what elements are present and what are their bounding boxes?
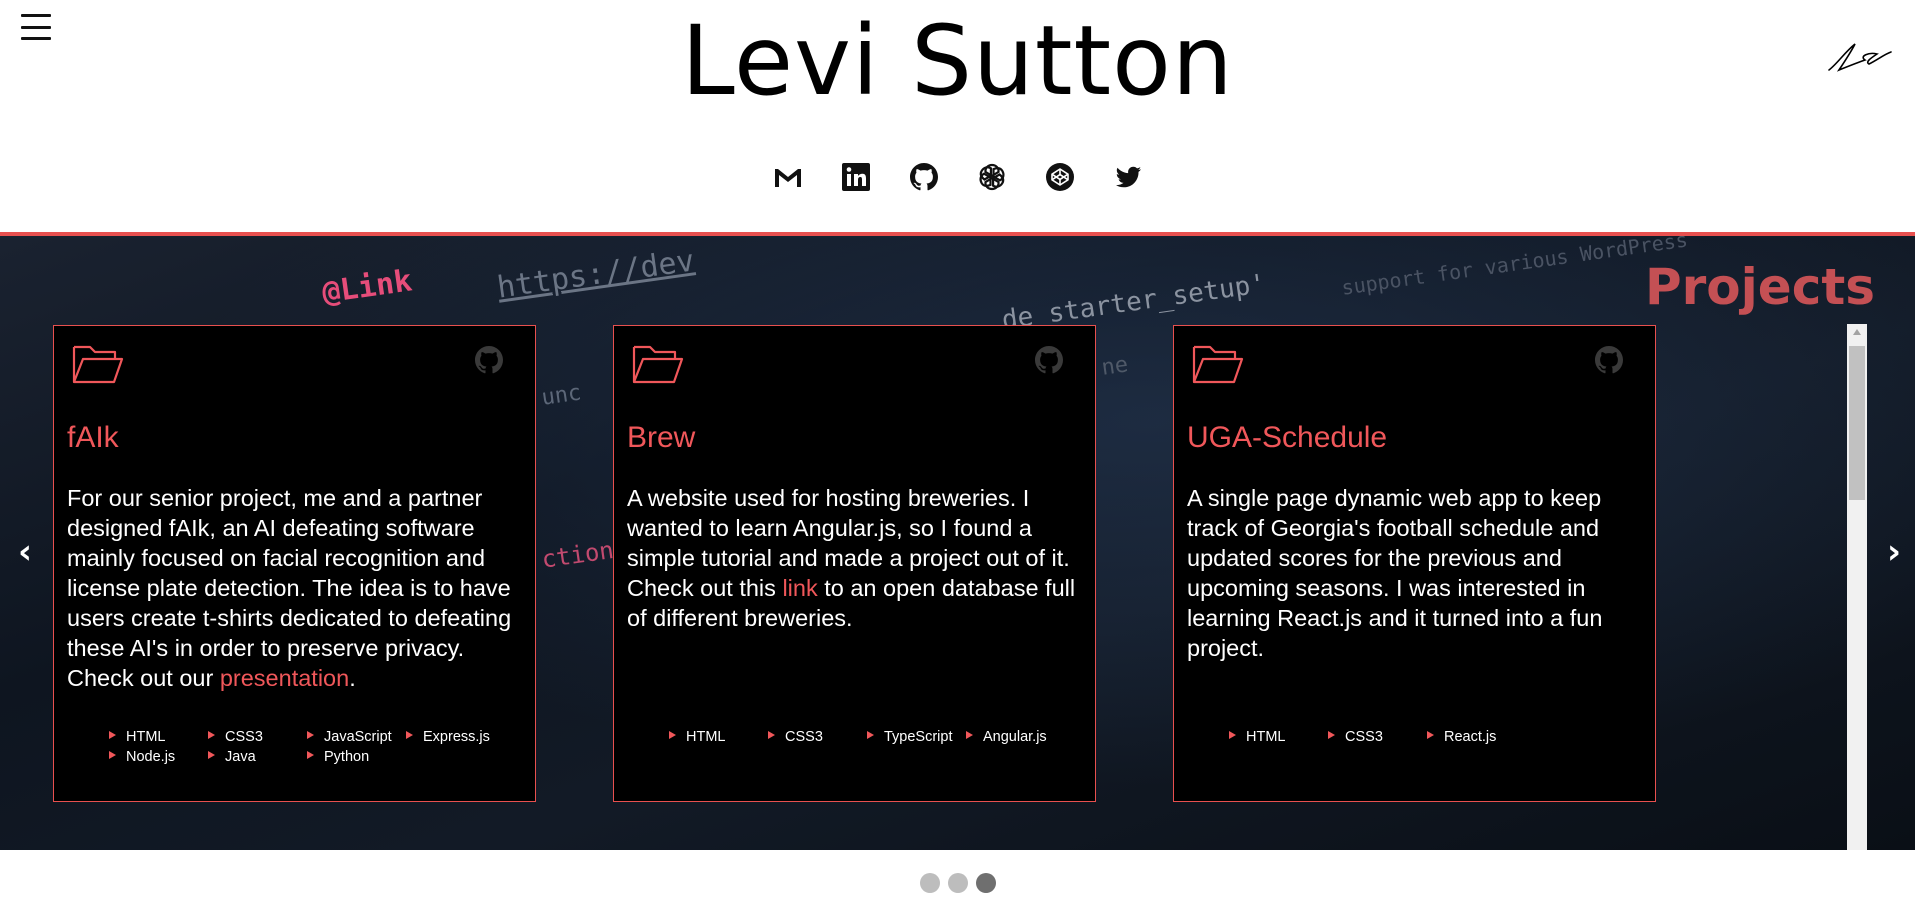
triangle-bullet-icon bbox=[1427, 731, 1434, 739]
triangle-bullet-icon bbox=[109, 731, 116, 739]
tech-tag: React.js bbox=[1427, 729, 1526, 745]
triangle-bullet-icon bbox=[307, 731, 314, 739]
tech-tag: TypeScript bbox=[867, 729, 966, 745]
project-card: Brew A website used for hosting brewerie… bbox=[613, 325, 1096, 802]
folder-icon bbox=[632, 345, 684, 384]
triangle-bullet-icon bbox=[1328, 731, 1335, 739]
tech-tag: CSS3 bbox=[768, 729, 867, 745]
project-name: Brew bbox=[627, 421, 696, 454]
folder-icon bbox=[72, 345, 124, 384]
presentation-link[interactable]: presentation bbox=[220, 665, 349, 691]
carousel-pagination bbox=[0, 873, 1915, 893]
tech-tag-list: HTML CSS3 React.js bbox=[1229, 729, 1649, 745]
project-description: A single page dynamic web app to keep tr… bbox=[1187, 485, 1603, 661]
triangle-bullet-icon bbox=[1229, 731, 1236, 739]
tech-tag: JavaScript bbox=[307, 729, 406, 745]
page: Levi Sutton @Link https://dev de_starter… bbox=[0, 0, 1915, 898]
project-card: UGA-Schedule A single page dynamic web a… bbox=[1173, 325, 1656, 802]
tech-tag: HTML bbox=[109, 729, 208, 745]
background-code-text: support for various WordPress bbox=[1340, 236, 1690, 300]
project-name: fAIk bbox=[67, 421, 119, 454]
triangle-bullet-icon bbox=[867, 731, 874, 739]
breweries-link[interactable]: link bbox=[782, 575, 817, 601]
projects-title: Projects bbox=[1644, 258, 1875, 316]
triangle-bullet-icon bbox=[669, 731, 676, 739]
triangle-bullet-icon bbox=[307, 751, 314, 759]
tech-tag-list: HTML CSS3 JavaScript Express.js Node.js … bbox=[109, 729, 529, 765]
folder-icon bbox=[1192, 345, 1244, 384]
background-code-text: https://dev bbox=[495, 243, 697, 306]
triangle-bullet-icon bbox=[208, 751, 215, 759]
tech-tag: Python bbox=[307, 749, 406, 765]
github-icon[interactable] bbox=[907, 160, 941, 194]
projects-scrollbar[interactable] bbox=[1847, 324, 1867, 850]
tech-tag: Express.js bbox=[406, 729, 511, 745]
openai-icon[interactable] bbox=[975, 160, 1009, 194]
tech-tag: Java bbox=[208, 749, 307, 765]
background-code-text: @Link bbox=[320, 263, 415, 311]
tech-tag-list: HTML CSS3 TypeScript Angular.js bbox=[669, 729, 1089, 745]
tech-tag: CSS3 bbox=[1328, 729, 1427, 745]
background-code-text: ction bbox=[540, 535, 616, 574]
carousel-dot-active[interactable] bbox=[975, 873, 996, 893]
site-title: Levi Sutton bbox=[681, 5, 1234, 117]
tech-tag: HTML bbox=[669, 729, 768, 745]
project-name: UGA-Schedule bbox=[1187, 421, 1388, 454]
project-card: fAIk For our senior project, me and a pa… bbox=[53, 325, 536, 802]
signature-logo-icon[interactable] bbox=[1825, 38, 1895, 78]
github-icon[interactable] bbox=[473, 344, 505, 376]
carousel-dot[interactable] bbox=[919, 873, 940, 893]
tech-tag: Node.js bbox=[109, 749, 208, 765]
background-code-text: unc bbox=[540, 380, 583, 411]
triangle-bullet-icon bbox=[208, 731, 215, 739]
social-links bbox=[0, 160, 1915, 194]
site-header: Levi Sutton bbox=[0, 0, 1915, 236]
project-description: A website used for hosting breweries. I … bbox=[627, 485, 1076, 631]
tech-tag: Angular.js bbox=[966, 729, 1071, 745]
background-code-text: ne bbox=[1100, 352, 1130, 381]
gmail-icon[interactable] bbox=[771, 160, 805, 194]
scrollbar-thumb[interactable] bbox=[1849, 346, 1865, 500]
projects-section: @Link https://dev de_starter_setup' supp… bbox=[0, 236, 1915, 850]
codepen-icon[interactable] bbox=[1043, 160, 1077, 194]
tech-tag: CSS3 bbox=[208, 729, 307, 745]
triangle-bullet-icon bbox=[768, 731, 775, 739]
carousel-next-arrow[interactable]: › bbox=[1887, 532, 1901, 572]
twitter-icon[interactable] bbox=[1111, 160, 1145, 194]
github-icon[interactable] bbox=[1033, 344, 1065, 376]
github-icon[interactable] bbox=[1593, 344, 1625, 376]
triangle-bullet-icon bbox=[966, 731, 973, 739]
carousel-prev-arrow[interactable]: ‹ bbox=[18, 532, 32, 572]
project-description: For our senior project, me and a partner… bbox=[67, 485, 512, 691]
tech-tag: HTML bbox=[1229, 729, 1328, 745]
scroll-up-arrow-icon[interactable] bbox=[1853, 329, 1861, 335]
triangle-bullet-icon bbox=[109, 751, 116, 759]
triangle-bullet-icon bbox=[406, 731, 413, 739]
carousel-dot[interactable] bbox=[947, 873, 968, 893]
linkedin-icon[interactable] bbox=[839, 160, 873, 194]
